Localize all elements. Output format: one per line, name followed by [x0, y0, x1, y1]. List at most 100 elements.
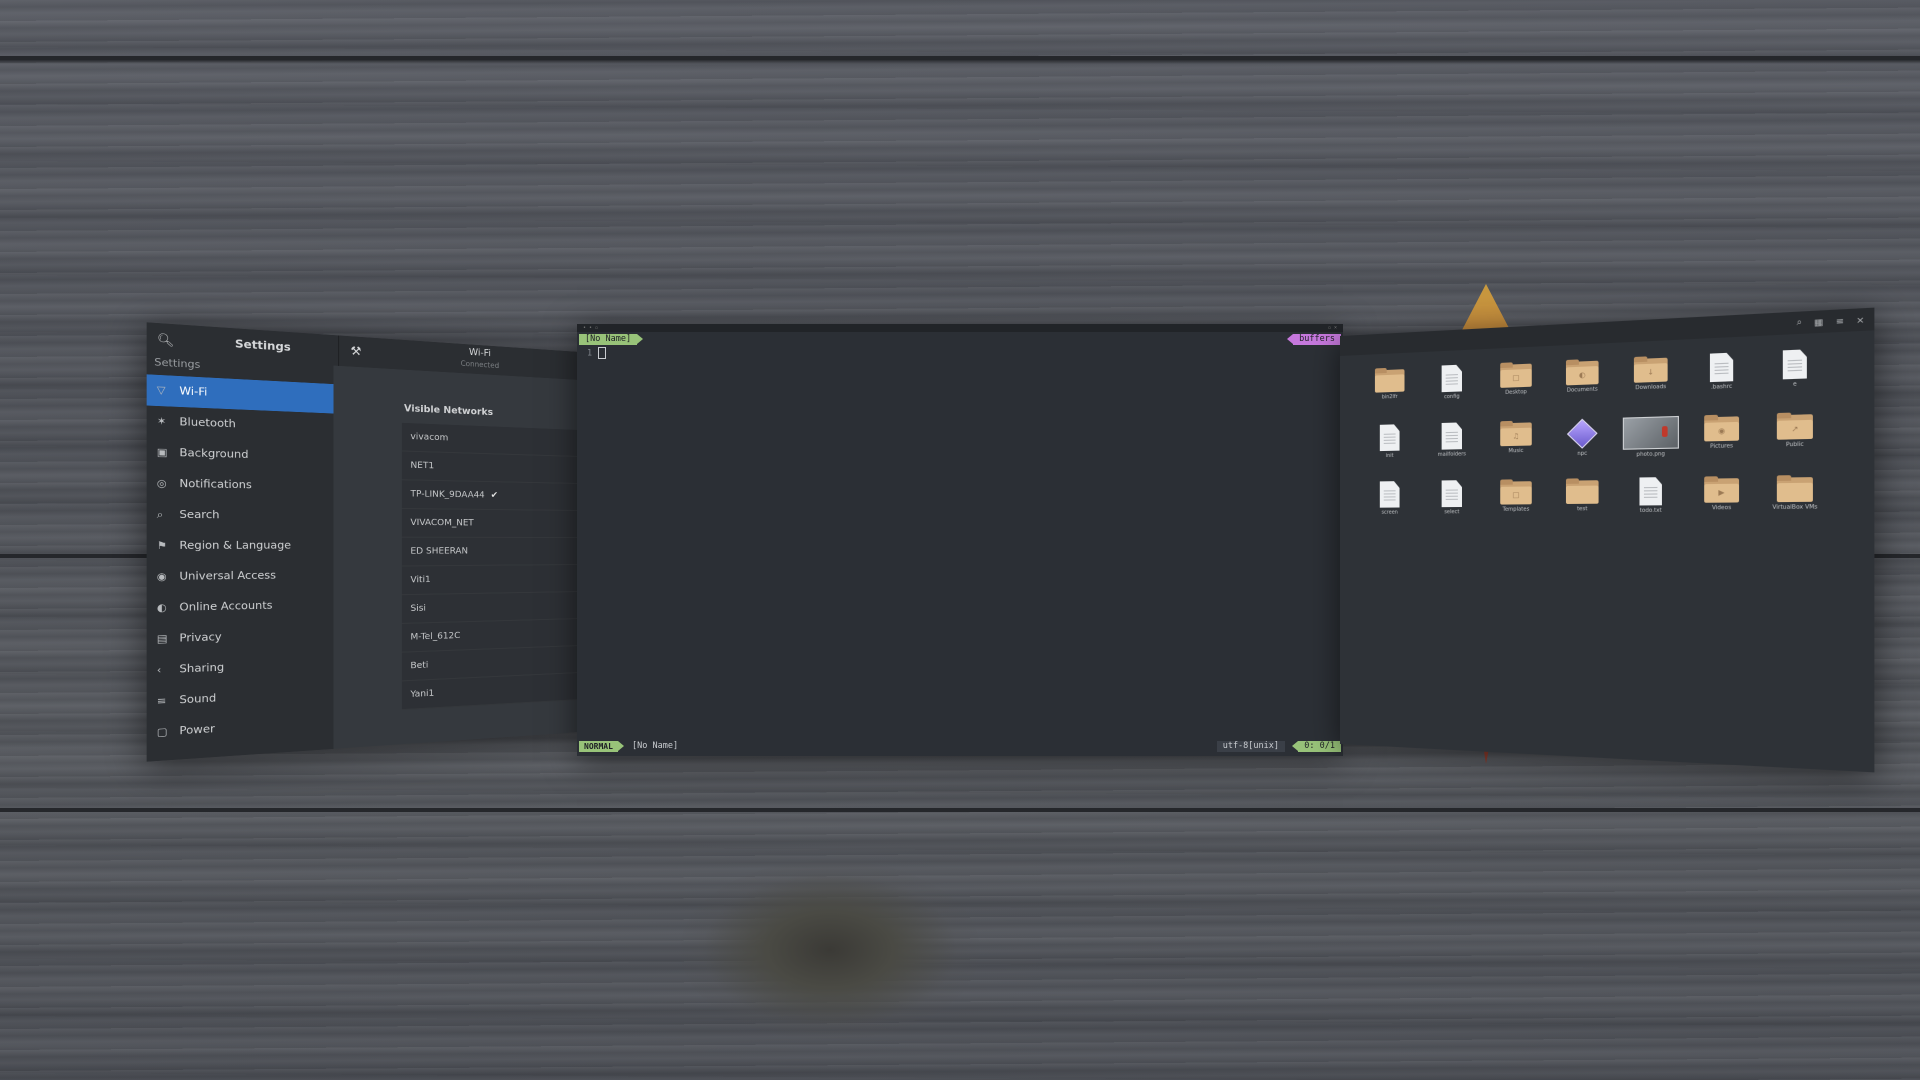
file-label: Music: [1508, 447, 1524, 455]
visible-networks-heading: Visible Networks: [404, 403, 494, 419]
network-item[interactable]: TP-LINK_9DAA44 ✔: [401, 480, 580, 511]
file-item[interactable]: □ Desktop: [1484, 361, 1549, 412]
sidebar-item-background[interactable]: ▣ Background: [147, 437, 334, 473]
buffer-tab[interactable]: [No Name]: [579, 334, 644, 345]
view-toggle-icon[interactable]: ▦: [1814, 316, 1823, 327]
network-name: vivacom: [410, 431, 449, 444]
file-item[interactable]: e: [1758, 348, 1833, 402]
panel-title-text: Wi-Fi: [468, 347, 491, 360]
folder-icon: [1565, 478, 1599, 504]
network-item[interactable]: NET1: [401, 451, 580, 484]
network-name: Yani1: [410, 688, 435, 701]
sidebar-item-label: Sharing: [179, 661, 225, 676]
search-icon[interactable]: ⌕: [1797, 317, 1802, 328]
terminal-titlebar: • • ▫ ▫ ×: [577, 324, 1343, 332]
file-label: Desktop: [1505, 388, 1527, 397]
document-icon: [1442, 365, 1462, 393]
accounts-icon: ◐: [156, 602, 167, 615]
privacy-icon: ▤: [156, 633, 168, 646]
network-name: M-Tel_612C: [410, 630, 461, 643]
sidebar-item-label: Search: [179, 508, 220, 522]
titlebar-right-icons[interactable]: ▫ ×: [1328, 325, 1337, 331]
file-item[interactable]: config: [1420, 364, 1483, 414]
wifi-icon: ▽: [156, 384, 166, 397]
sidebar-item-online-accounts[interactable]: ◐ Online Accounts: [147, 590, 334, 624]
editor-line[interactable]: 1: [587, 347, 607, 359]
network-item[interactable]: ED SHEERAN: [401, 537, 580, 567]
sidebar-item-universal-access[interactable]: ◉ Universal Access: [147, 561, 334, 593]
accessibility-icon: ◉: [156, 571, 167, 583]
file-label: select: [1444, 509, 1460, 516]
file-label: npc: [1577, 450, 1588, 458]
file-item[interactable]: photo.png: [1616, 415, 1686, 467]
file-item[interactable]: ↗ Public: [1758, 411, 1833, 464]
titlebar-left-icons[interactable]: • • ▫: [583, 325, 598, 331]
file-item[interactable]: ◉ Pictures: [1686, 414, 1758, 466]
notifications-icon: ◎: [156, 478, 167, 490]
sidebar-item-region[interactable]: ⚑ Region & Language: [147, 530, 334, 561]
bluetooth-icon: ✶: [156, 415, 167, 428]
sidebar-item-notifications[interactable]: ◎ Notifications: [147, 468, 334, 502]
checkmark-icon: ✔: [490, 490, 498, 501]
file-item[interactable]: init: [1359, 424, 1420, 472]
file-item[interactable]: ◐ Documents: [1549, 358, 1616, 409]
vim-tabline: [No Name] buffers: [577, 334, 1343, 346]
network-name: NET1: [410, 460, 435, 472]
wood-plank-gap: [0, 808, 1920, 812]
document-icon: [1783, 349, 1807, 379]
sidebar-item-label: Power: [179, 723, 215, 738]
document-icon: [1380, 424, 1400, 451]
file-label: mailfolders: [1437, 451, 1467, 458]
file-label: Documents: [1566, 386, 1598, 394]
templates-folder-icon: □: [1500, 479, 1532, 505]
file-item[interactable]: bin2lfr: [1359, 366, 1420, 415]
file-item[interactable]: select: [1420, 480, 1483, 528]
status-filename: [No Name]: [632, 741, 679, 751]
tools-icon[interactable]: ⚒: [338, 335, 373, 368]
file-item[interactable]: todo.txt: [1616, 477, 1686, 527]
file-item[interactable]: VirtualBox VMs: [1758, 475, 1833, 527]
file-label: Downloads: [1635, 383, 1667, 392]
file-item[interactable]: .bashrc: [1686, 351, 1758, 404]
file-manager-window[interactable]: ⌕ ▦ ≡ × bin2lfr config □ Desktop ◐ Documen…: [1340, 307, 1875, 773]
search-icon[interactable]: 🔍︎: [147, 331, 185, 348]
file-item[interactable]: test: [1549, 478, 1616, 528]
line-number: 1: [587, 348, 593, 359]
file-label: test: [1576, 505, 1588, 513]
wood-plank-gap: [0, 56, 1920, 60]
file-item[interactable]: screen: [1359, 481, 1420, 528]
sound-icon: ≡: [156, 695, 167, 708]
file-item[interactable]: npc: [1549, 418, 1616, 469]
image-thumbnail: [1622, 415, 1679, 450]
file-label: e: [1792, 381, 1797, 388]
file-label: todo.txt: [1639, 507, 1662, 515]
sidebar-item-label: Bluetooth: [179, 416, 236, 431]
network-name: TP-LINK_9DAA44: [410, 488, 485, 501]
network-name: Viti1: [410, 574, 431, 586]
wood-knot: [680, 860, 980, 1040]
network-item[interactable]: VIVACOM_NET: [401, 509, 580, 538]
file-item[interactable]: mailfolders: [1420, 422, 1483, 471]
file-label: Templates: [1502, 506, 1530, 513]
network-item[interactable]: Viti1: [401, 565, 580, 596]
settings-window[interactable]: 🔍︎ Settings ⚒ Wi-Fi Connected Settings ▽…: [146, 322, 580, 762]
application-icon: [1566, 418, 1598, 449]
file-item[interactable]: □ Templates: [1484, 479, 1549, 528]
file-item[interactable]: ▶ Videos: [1686, 476, 1758, 527]
file-label: Videos: [1711, 504, 1732, 512]
sidebar-item-label: Online Accounts: [179, 599, 273, 615]
file-item[interactable]: ↓ Downloads: [1616, 355, 1686, 407]
close-icon[interactable]: ×: [1856, 314, 1864, 325]
documents-folder-icon: ◐: [1565, 359, 1599, 386]
file-encoding: utf-8[unix]: [1216, 741, 1285, 752]
menu-icon[interactable]: ≡: [1836, 315, 1844, 326]
background-icon: ▣: [156, 446, 168, 459]
sidebar-item-label: Privacy: [179, 631, 222, 646]
vim-statusline: NORMAL [No Name] utf-8[unix] 0: 0/1: [577, 741, 1343, 752]
terminal-window[interactable]: • • ▫ ▫ × [No Name] buffers 1 NORMAL [No…: [577, 324, 1343, 756]
sidebar-item-search[interactable]: ⌕ Search: [147, 499, 334, 531]
file-item[interactable]: ♫ Music: [1484, 420, 1549, 470]
search-icon: ⌕: [156, 509, 164, 521]
folder-icon: [1374, 367, 1405, 393]
mode-indicator: NORMAL: [579, 741, 624, 752]
